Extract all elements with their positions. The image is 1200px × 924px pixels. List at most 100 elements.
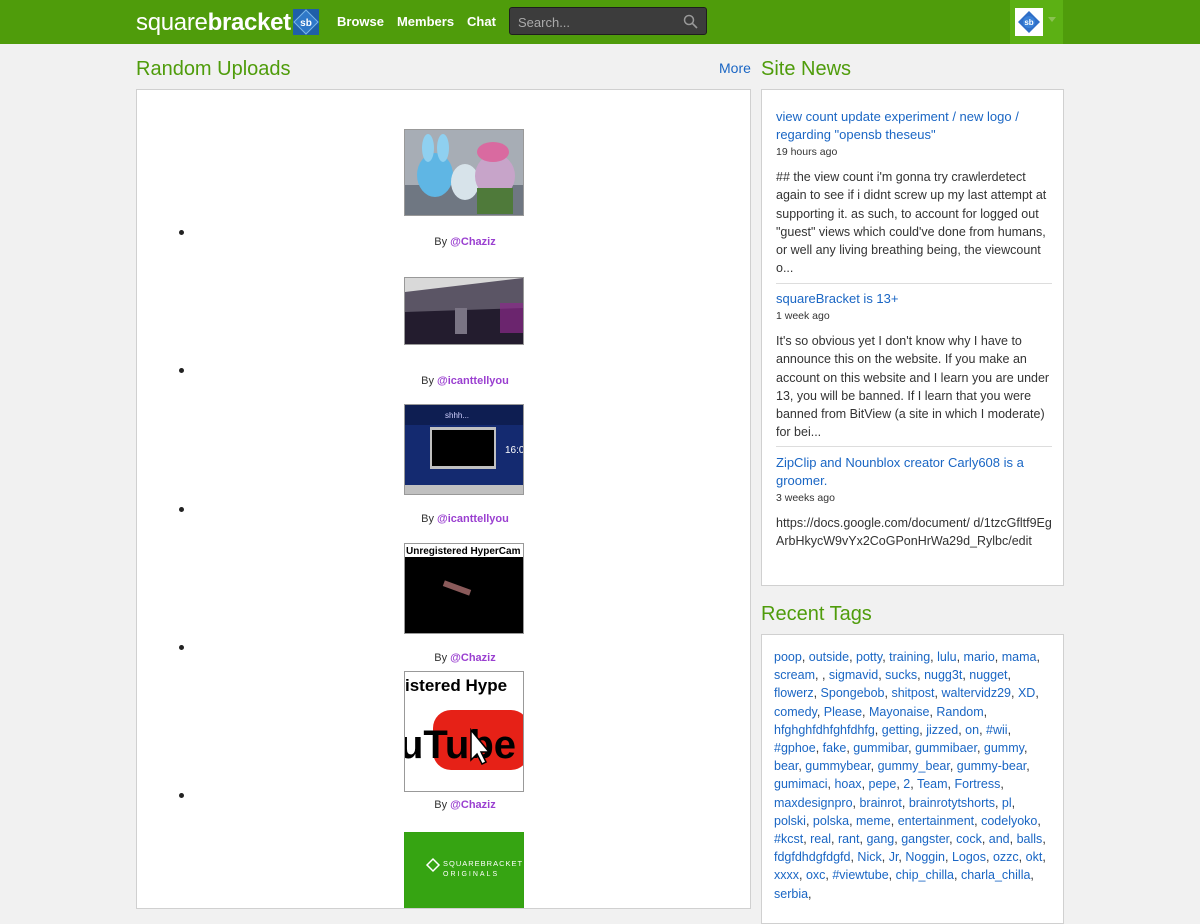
tag-link[interactable]: 2 — [903, 777, 910, 791]
video-thumbnail[interactable]: istered Hype uTube — [404, 671, 524, 792]
upload-author-link[interactable]: @Chaziz — [450, 652, 496, 664]
tag-link[interactable]: XD — [1018, 686, 1035, 700]
video-thumbnail[interactable] — [404, 277, 524, 345]
tag-link[interactable]: gummibaer — [915, 741, 977, 755]
tag-link[interactable]: #gphoe — [774, 741, 816, 755]
tag-link[interactable]: #kcst — [774, 832, 803, 846]
tag-link[interactable]: Please — [824, 705, 862, 719]
video-thumbnail[interactable]: Unregistered HyperCam — [404, 543, 524, 634]
tag-link[interactable]: gummy-bear — [957, 759, 1026, 773]
tag-link[interactable]: polski — [774, 814, 806, 828]
news-title-link[interactable]: ZipClip and Nounblox creator Carly608 is… — [776, 454, 1052, 490]
tag-link[interactable]: cock — [956, 832, 982, 846]
tag-link[interactable]: real — [810, 832, 831, 846]
tag-link[interactable]: Team — [917, 777, 948, 791]
tag-link[interactable]: entertainment — [898, 814, 974, 828]
tag-link[interactable]: hfghghfdhfghfdhfg — [774, 723, 875, 737]
tag-link[interactable]: gummibar — [853, 741, 908, 755]
site-logo[interactable]: square bracket — [136, 9, 291, 36]
tag-link[interactable]: fdgfdhdgfdgfd — [774, 850, 850, 864]
search-icon[interactable] — [683, 14, 698, 29]
logo-badge-icon[interactable]: sb — [293, 9, 319, 35]
tag-link[interactable]: pepe — [869, 777, 897, 791]
tag-link[interactable]: gumimaci — [774, 777, 828, 791]
tag-link[interactable]: #viewtube — [832, 868, 888, 882]
tag-link[interactable]: polska — [813, 814, 849, 828]
tag-link[interactable]: gummybear — [805, 759, 870, 773]
tag-link[interactable]: Nick — [857, 850, 881, 864]
tag-link[interactable]: Jr — [889, 850, 899, 864]
upload-author-link[interactable]: @icanttellyou — [437, 513, 509, 525]
tag-link[interactable]: serbia — [774, 887, 808, 901]
video-thumbnail[interactable] — [404, 129, 524, 216]
tag-link[interactable]: shitpost — [891, 686, 934, 700]
tag-link[interactable]: meme — [856, 814, 891, 828]
tag-link[interactable]: charla_chilla — [961, 868, 1030, 882]
tag-link[interactable]: flowerz — [774, 686, 814, 700]
tag-link[interactable]: xxxx — [774, 868, 799, 882]
tag-link[interactable]: brainrotytshorts — [909, 796, 995, 810]
nav-chat[interactable]: Chat — [467, 14, 496, 29]
tag-link[interactable]: balls — [1017, 832, 1043, 846]
chevron-down-icon[interactable] — [1048, 17, 1056, 22]
tag-link[interactable]: training — [889, 650, 930, 664]
tag-link[interactable]: Mayonaise — [869, 705, 929, 719]
video-thumbnail[interactable]: shhh... 16:00 — [404, 404, 524, 495]
tag-link[interactable]: ozzc — [993, 850, 1019, 864]
tag-link[interactable]: gummy — [984, 741, 1024, 755]
news-title-link[interactable]: view count update experiment / new logo … — [776, 108, 1052, 144]
video-thumbnail[interactable]: SQUAREBRACKET ORIGINALS — [404, 832, 524, 908]
tag-link[interactable]: getting — [882, 723, 920, 737]
news-title-link[interactable]: squareBracket is 13+ — [776, 290, 1052, 308]
tag-link[interactable]: poop — [774, 650, 802, 664]
tag-link[interactable]: mama — [1002, 650, 1037, 664]
tag-link[interactable]: Noggin — [905, 850, 945, 864]
tag-link[interactable]: Spongebob — [821, 686, 885, 700]
tag-link[interactable]: potty — [856, 650, 882, 664]
tag-link[interactable]: chip_chilla — [896, 868, 954, 882]
search-box — [509, 7, 707, 35]
tag-link[interactable]: nugg3t — [924, 668, 962, 682]
thumb-brand-line1: SQUAREBRACKET — [443, 859, 523, 868]
tag-link[interactable]: mario — [964, 650, 995, 664]
tag-link[interactable]: Fortress — [955, 777, 1001, 791]
tag-link[interactable]: codelyoko — [981, 814, 1037, 828]
tag-link[interactable]: scream — [774, 668, 815, 682]
tag-link[interactable]: rant — [838, 832, 860, 846]
tag-link[interactable]: oxc — [806, 868, 825, 882]
tag-link[interactable]: maxdesignpro — [774, 796, 853, 810]
tag-link[interactable]: waltervidz29 — [942, 686, 1011, 700]
main-nav: Browse Members Chat — [337, 14, 496, 29]
tag-link[interactable]: and — [989, 832, 1010, 846]
tag-link[interactable]: Logos — [952, 850, 986, 864]
tag-link[interactable]: fake — [823, 741, 847, 755]
tag-link[interactable]: outside — [809, 650, 849, 664]
tag-link[interactable]: gummy_bear — [878, 759, 950, 773]
tag-link[interactable]: on — [965, 723, 979, 737]
tag-link[interactable]: okt — [1026, 850, 1043, 864]
tag-link[interactable]: comedy — [774, 705, 817, 719]
tag-link[interactable]: gangster — [901, 832, 949, 846]
tag-link[interactable]: lulu — [937, 650, 956, 664]
more-link[interactable]: More — [719, 60, 751, 76]
tag-link[interactable]: sigmavid — [829, 668, 878, 682]
upload-author-link[interactable]: @icanttellyou — [437, 375, 509, 387]
tag-link[interactable]: #wii — [986, 723, 1008, 737]
tag-link[interactable]: hoax — [834, 777, 861, 791]
tag-link[interactable]: brainrot — [859, 796, 901, 810]
nav-browse[interactable]: Browse — [337, 14, 384, 29]
tag-link[interactable]: Random — [936, 705, 983, 719]
tag-link[interactable]: sucks — [885, 668, 917, 682]
tag-link[interactable]: nugget — [969, 668, 1007, 682]
tag-link[interactable]: gang — [866, 832, 894, 846]
upload-author-link[interactable]: @Chaziz — [450, 236, 496, 248]
tag-link[interactable]: pl — [1002, 796, 1012, 810]
nav-members[interactable]: Members — [397, 14, 454, 29]
tag-link[interactable]: jizzed — [926, 723, 958, 737]
avatar[interactable]: sb — [1015, 8, 1043, 36]
upload-author-link[interactable]: @Chaziz — [450, 799, 496, 811]
search-input[interactable] — [516, 12, 680, 32]
user-menu[interactable]: sb — [1010, 0, 1063, 44]
tag-link[interactable]: bear — [774, 759, 798, 773]
site-news-heading: Site News — [761, 58, 852, 80]
